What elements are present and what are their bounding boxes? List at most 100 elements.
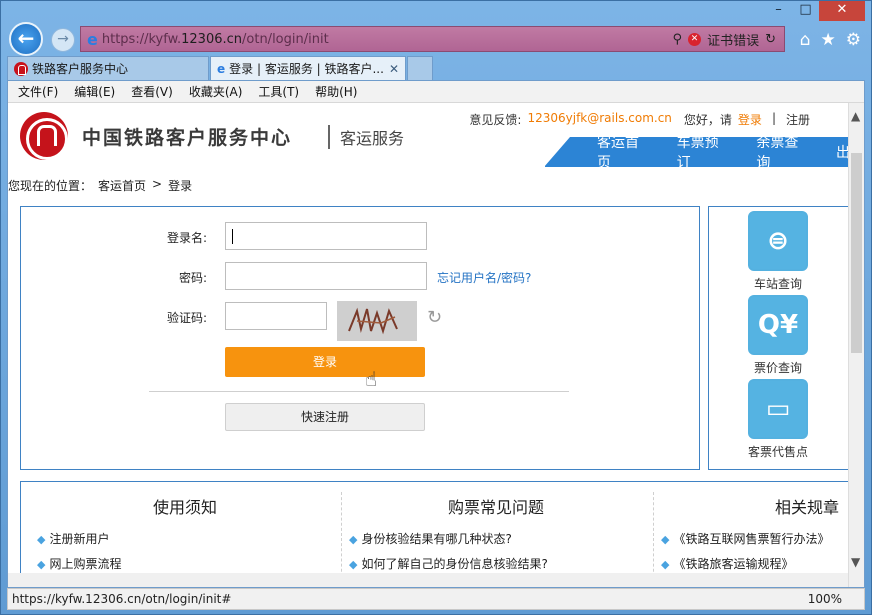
ticket-agency-item[interactable]: ▭ 客票代售点 <box>746 379 810 460</box>
regulations-title: 相关规章 <box>775 498 840 517</box>
address-bar[interactable]: e https://kyfw.12306.cn/otn/login/init ⚲… <box>80 26 785 52</box>
ie-icon: e <box>217 61 226 76</box>
home-icon[interactable]: ⌂ <box>800 30 811 50</box>
site-subtitle: 客运服务 <box>328 125 404 149</box>
breadcrumb-current: 登录 <box>168 179 193 193</box>
tab-label: 铁路客户服务中心 <box>32 62 129 76</box>
main-nav: 客运首页 车票预订 余票查询 出 <box>544 135 850 171</box>
station-icon: ⊜ <box>748 211 808 271</box>
list-item[interactable]: 网上购票流程 <box>37 555 121 572</box>
menu-file[interactable]: 文件(F) <box>18 83 58 100</box>
menu-favorites[interactable]: 收藏夹(A) <box>189 83 243 100</box>
feedback-email-link[interactable]: 12306yjfk@rails.com.cn <box>527 111 671 128</box>
tab-label: 登录 | 客运服务 | 铁路客户... <box>229 62 384 76</box>
nav-booking[interactable]: 车票预订 <box>677 132 733 172</box>
tab-railway-home[interactable]: 铁路客户服务中心 <box>7 56 209 80</box>
usage-notes-title: 使用须知 <box>153 498 218 517</box>
greeting-text: 您好，请 <box>683 113 732 127</box>
username-label: 登录名: <box>166 231 207 245</box>
price-search-icon: Q¥ <box>748 295 808 355</box>
list-item[interactable]: 《铁路互联网售票暂行办法》 <box>661 530 829 547</box>
scrollbar-thumb[interactable] <box>851 153 862 353</box>
menu-tools[interactable]: 工具(T) <box>258 83 299 100</box>
menu-edit[interactable]: 编辑(E) <box>74 83 115 100</box>
settings-gear-icon[interactable]: ⚙ <box>846 30 861 50</box>
tab-login[interactable]: e 登录 | 客运服务 | 铁路客户... ✕ <box>210 56 406 80</box>
breadcrumb: 您现在的位置： 客运首页 > 登录 <box>8 177 192 194</box>
site-header: 中国铁路客户服务中心 客运服务 意见反馈: 12306yjfk@rails.co… <box>8 103 850 171</box>
nav-ticket-query[interactable]: 余票查询 <box>756 132 812 172</box>
list-item[interactable]: 《铁路旅客运输规程》 <box>661 555 829 572</box>
menu-view[interactable]: 查看(V) <box>131 83 173 100</box>
price-query-item[interactable]: Q¥ 票价查询 <box>746 295 810 376</box>
captcha-refresh-icon[interactable]: ↻ <box>427 307 442 328</box>
railway-logo-icon <box>14 61 28 76</box>
close-button[interactable]: ✕ <box>819 1 865 21</box>
list-item[interactable]: 注册新用户 <box>37 530 121 547</box>
tab-close-icon[interactable]: ✕ <box>389 62 399 76</box>
station-query-label: 车站查询 <box>753 277 802 291</box>
ie-icon: e <box>87 29 98 49</box>
header-login-link[interactable]: 登录 <box>738 111 762 128</box>
text-caret <box>232 229 233 244</box>
maximize-button[interactable]: □ <box>792 1 819 21</box>
menu-bar: 文件(F) 编辑(E) 查看(V) 收藏夹(A) 工具(T) 帮助(H) <box>8 81 864 103</box>
cert-error-icon[interactable]: ✕ <box>688 33 702 46</box>
breadcrumb-prefix: 您现在的位置： <box>8 179 93 193</box>
search-icon[interactable]: ⚲ <box>673 32 683 47</box>
captcha-image[interactable] <box>337 301 417 341</box>
zoom-level[interactable]: 100% <box>808 592 842 606</box>
scroll-down-arrow-icon[interactable]: ▼ <box>851 555 860 569</box>
minimize-button[interactable]: – <box>765 1 792 21</box>
quick-register-button[interactable]: 快速注册 <box>225 403 425 431</box>
window-controls: – □ ✕ <box>765 1 865 23</box>
username-input[interactable] <box>225 222 427 250</box>
ticket-agency-label: 客票代售点 <box>747 445 808 459</box>
divider-line <box>149 391 569 392</box>
browser-window: – □ ✕ ← → e https://kyfw.12306.cn/otn/lo… <box>0 0 872 615</box>
info-panel: 使用须知 注册新用户 网上购票流程 购票常见问题 身份核验结果有哪几种状态? 如… <box>20 481 850 587</box>
back-button[interactable]: ← <box>9 22 43 56</box>
faq-title: 购票常见问题 <box>448 498 545 517</box>
price-query-label: 票价查询 <box>753 361 802 375</box>
mouse-pointer-icon: ☝ <box>365 367 378 391</box>
menu-help[interactable]: 帮助(H) <box>315 83 357 100</box>
list-item[interactable]: 身份核验结果有哪几种状态? <box>349 530 548 547</box>
captcha-label: 验证码: <box>166 311 207 325</box>
station-query-item[interactable]: ⊜ 车站查询 <box>746 211 810 292</box>
vertical-scrollbar[interactable]: ▲ ▼ <box>848 103 864 587</box>
status-url: https://kyfw.12306.cn/otn/login/init# <box>12 592 232 606</box>
tab-strip: 铁路客户服务中心 e 登录 | 客运服务 | 铁路客户... ✕ <box>7 56 434 80</box>
login-button[interactable]: 登录 <box>225 347 425 377</box>
login-panel: 登录名: 密码: 忘记用户名/密码? 验证码: ↻ 登录 ☝ 快速注册 <box>20 206 700 470</box>
password-input[interactable] <box>225 262 427 290</box>
breadcrumb-home-link[interactable]: 客运首页 <box>98 177 146 194</box>
favorites-star-icon[interactable]: ★ <box>821 30 836 50</box>
scroll-up-arrow-icon[interactable]: ▲ <box>851 109 860 123</box>
browser-tools: ⌂ ★ ⚙ <box>800 30 861 50</box>
site-name: 中国铁路客户服务中心 <box>82 127 293 149</box>
divider: | <box>771 111 776 125</box>
status-bar: https://kyfw.12306.cn/otn/login/init# 10… <box>7 588 865 610</box>
horizontal-scrollbar[interactable] <box>8 573 850 587</box>
new-tab-button[interactable] <box>407 56 433 80</box>
captcha-scribble <box>348 307 398 335</box>
web-page: 中国铁路客户服务中心 客运服务 意见反馈: 12306yjfk@rails.co… <box>8 103 850 587</box>
navigation-row: ← → e https://kyfw.12306.cn/otn/login/in… <box>7 21 865 56</box>
refresh-icon[interactable]: ↻ <box>765 32 776 47</box>
header-register-link[interactable]: 注册 <box>786 111 810 128</box>
nav-home[interactable]: 客运首页 <box>597 132 653 172</box>
top-links: 意见反馈: 12306yjfk@rails.com.cn 您好，请 登录 | 注… <box>469 111 810 128</box>
china-railway-logo[interactable] <box>20 112 68 160</box>
forward-button[interactable]: → <box>51 28 75 52</box>
address-url: https://kyfw.12306.cn/otn/login/init <box>101 31 329 47</box>
forgot-password-link[interactable]: 忘记用户名/密码? <box>437 269 531 286</box>
feedback-label: 意见反馈: <box>469 113 522 127</box>
password-label: 密码: <box>178 271 207 285</box>
cert-error-label[interactable]: 证书错误 <box>707 30 759 49</box>
quick-services-sidebar: ⊜ 车站查询 Q¥ 票价查询 ▭ 客票代售点 <box>708 206 850 470</box>
page-viewport: 文件(F) 编辑(E) 查看(V) 收藏夹(A) 工具(T) 帮助(H) 中国铁… <box>7 80 865 588</box>
captcha-input[interactable] <box>225 302 327 330</box>
list-item[interactable]: 如何了解自己的身份信息核验结果? <box>349 555 547 572</box>
breadcrumb-separator: > <box>152 177 163 191</box>
